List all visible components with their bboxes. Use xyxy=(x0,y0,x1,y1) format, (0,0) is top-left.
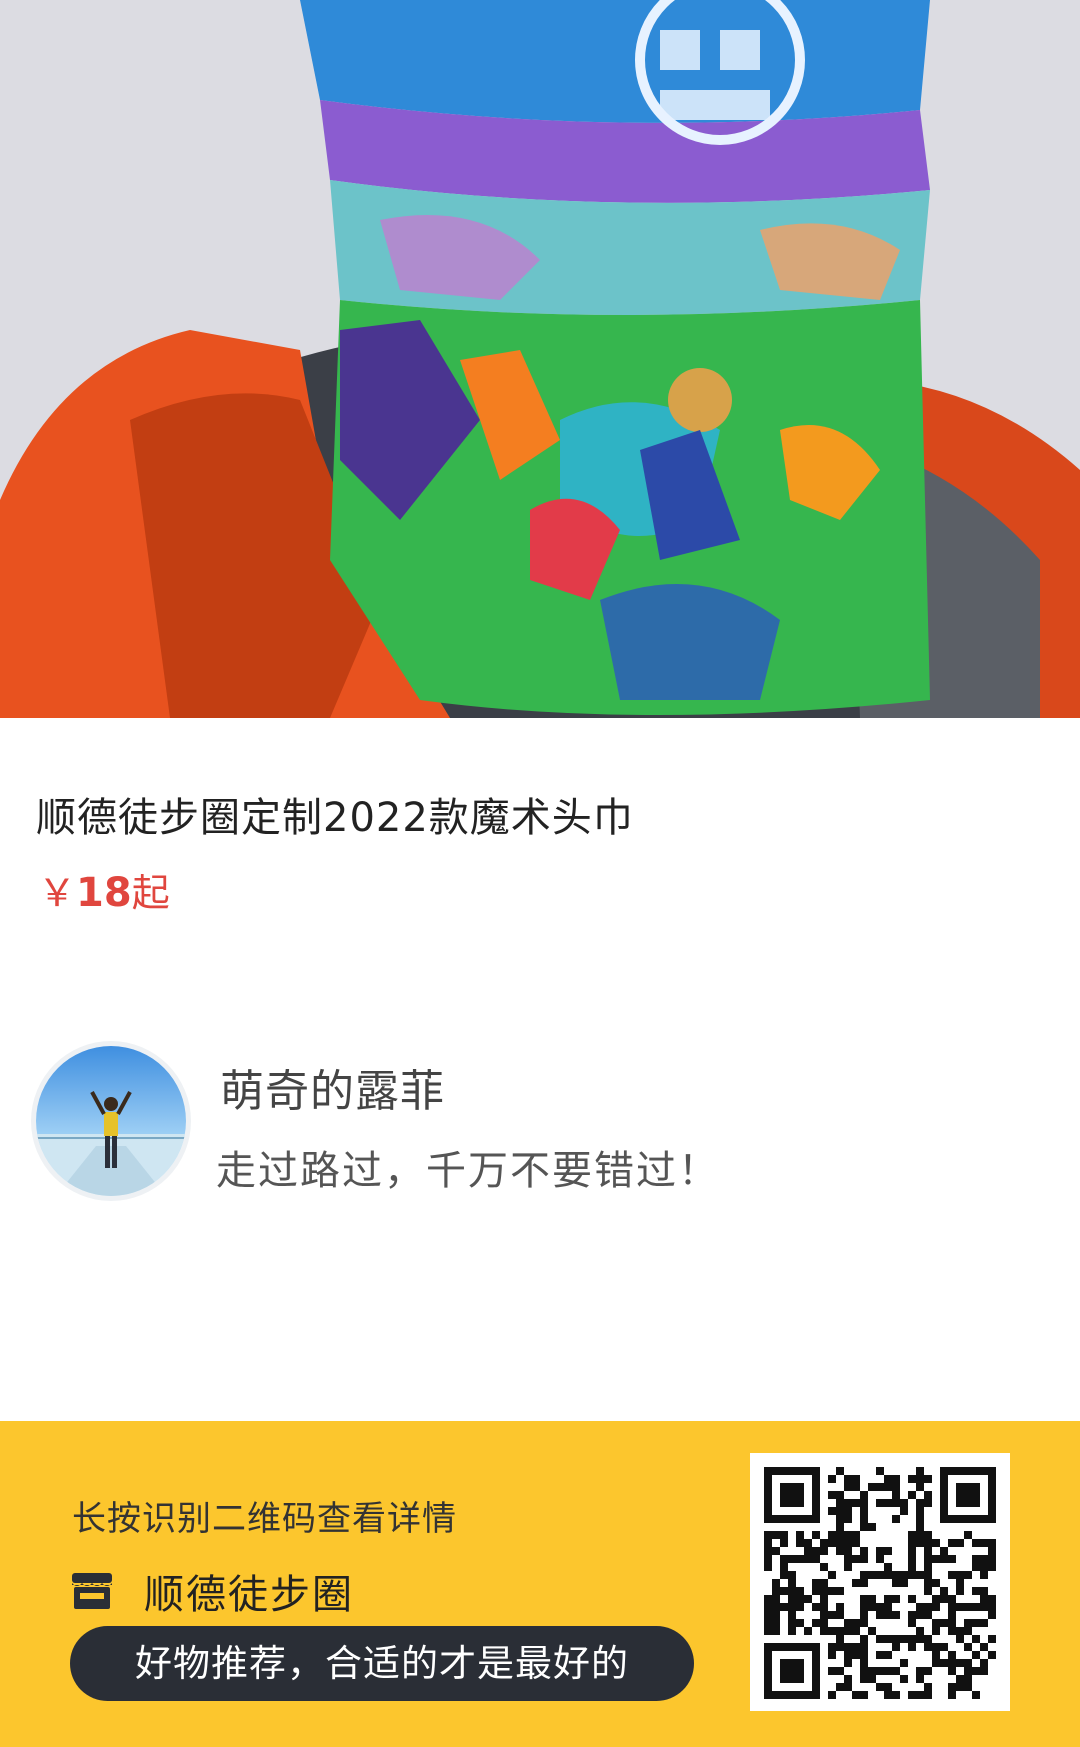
price-suffix: 起 xyxy=(131,871,170,915)
shop-row[interactable]: 顺德徒步圈 xyxy=(70,1561,354,1621)
shop-icon xyxy=(72,1573,112,1609)
shop-name: 顺德徒步圈 xyxy=(144,1572,354,1618)
product-title: 顺德徒步圈定制2022款魔术头巾 xyxy=(36,795,634,841)
author-motto: 走过路过，千万不要错过！ xyxy=(216,1148,720,1194)
slogan-pill: 好物推荐，合适的才是最好的 xyxy=(70,1626,694,1701)
price-value: 18 xyxy=(76,870,132,916)
price-symbol: ￥ xyxy=(38,871,77,915)
avatar[interactable] xyxy=(36,1046,186,1196)
qr-hint-text: 长按识别二维码查看详情 xyxy=(72,1499,457,1539)
qr-code-icon xyxy=(750,1453,1010,1711)
qr-code[interactable] xyxy=(750,1453,1010,1711)
product-photo xyxy=(0,0,1080,718)
neck-gaiter-photo-icon xyxy=(0,0,1080,718)
hiker-avatar-icon xyxy=(36,1046,186,1196)
share-poster: 顺德徒步圈定制2022款魔术头巾 ￥18起 萌奇的露菲 走过路过，千万不要错过！… xyxy=(0,0,1080,1747)
footer-banner: 长按识别二维码查看详情 顺德徒步圈 好物推荐，合适的才是最好的 xyxy=(0,1421,1080,1747)
product-price: ￥18起 xyxy=(38,862,170,917)
author-name: 萌奇的露菲 xyxy=(220,1066,445,1117)
